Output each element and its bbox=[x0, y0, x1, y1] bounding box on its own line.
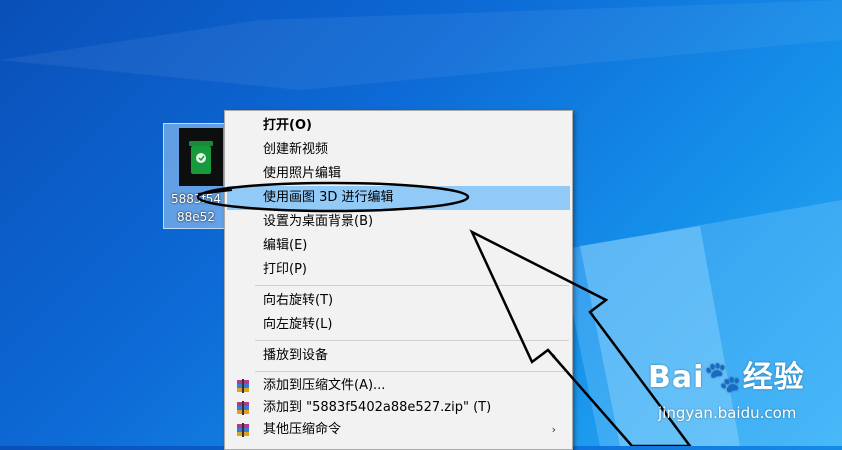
menu-item-edit-with-photos[interactable]: 使用照片编辑 bbox=[227, 162, 570, 186]
watermark-url: jingyan.baidu.com bbox=[658, 404, 797, 422]
winrar-icon bbox=[237, 379, 249, 393]
menu-item-label: 添加到压缩文件(A)... bbox=[263, 378, 386, 393]
menu-item-create-video[interactable]: 创建新视频 bbox=[227, 138, 570, 162]
menu-item-open[interactable]: 打开(O) bbox=[227, 114, 570, 138]
menu-item-set-desktop-background[interactable]: 设置为桌面背景(B) bbox=[227, 210, 570, 234]
menu-item-edit[interactable]: 编辑(E) bbox=[227, 234, 570, 258]
menu-item-rotate-right[interactable]: 向右旋转(T) bbox=[227, 289, 570, 313]
menu-item-label: 添加到 "5883f5402a88e527.zip" (T) bbox=[263, 400, 492, 415]
submenu-arrow-icon: › bbox=[551, 349, 556, 362]
menu-item-add-to-zip[interactable]: 添加到 "5883f5402a88e527.zip" (T) bbox=[227, 396, 570, 420]
paw-icon: 🐾 bbox=[704, 360, 743, 395]
menu-item-cast-to-device[interactable]: 播放到设备 › bbox=[227, 344, 570, 368]
menu-item-print[interactable]: 打印(P) bbox=[227, 258, 570, 282]
menu-item-edit-with-paint3d[interactable]: 使用画图 3D 进行编辑 bbox=[227, 186, 570, 210]
menu-separator bbox=[255, 371, 569, 372]
submenu-arrow-icon: › bbox=[551, 423, 556, 436]
image-thumbnail bbox=[179, 128, 223, 186]
trash-bin-icon bbox=[189, 141, 213, 174]
menu-item-add-to-archive[interactable]: 添加到压缩文件(A)... bbox=[227, 374, 570, 398]
menu-separator bbox=[255, 340, 569, 341]
menu-item-rotate-left[interactable]: 向左旋转(L) bbox=[227, 313, 570, 337]
winrar-icon bbox=[237, 423, 249, 437]
file-name-label: 5883f54 88e52 bbox=[166, 190, 226, 226]
winrar-icon bbox=[237, 401, 249, 415]
baidu-watermark: Bai🐾经验 bbox=[648, 352, 805, 396]
file-name-line1: 5883f54 bbox=[170, 192, 222, 206]
menu-item-other-compress-commands[interactable]: 其他压缩命令 › bbox=[227, 418, 570, 442]
watermark-brand: Bai bbox=[648, 360, 705, 395]
context-menu: 打开(O) 创建新视频 使用照片编辑 使用画图 3D 进行编辑 设置为桌面背景(… bbox=[224, 110, 573, 450]
watermark-brand-suffix: 经验 bbox=[742, 360, 805, 395]
desktop-file-icon[interactable]: 5883f54 88e52 bbox=[163, 123, 227, 229]
menu-item-label: 其他压缩命令 bbox=[263, 422, 342, 437]
menu-item-label: 播放到设备 bbox=[263, 348, 329, 363]
menu-separator bbox=[255, 285, 569, 286]
file-name-line2: 88e52 bbox=[177, 210, 215, 224]
